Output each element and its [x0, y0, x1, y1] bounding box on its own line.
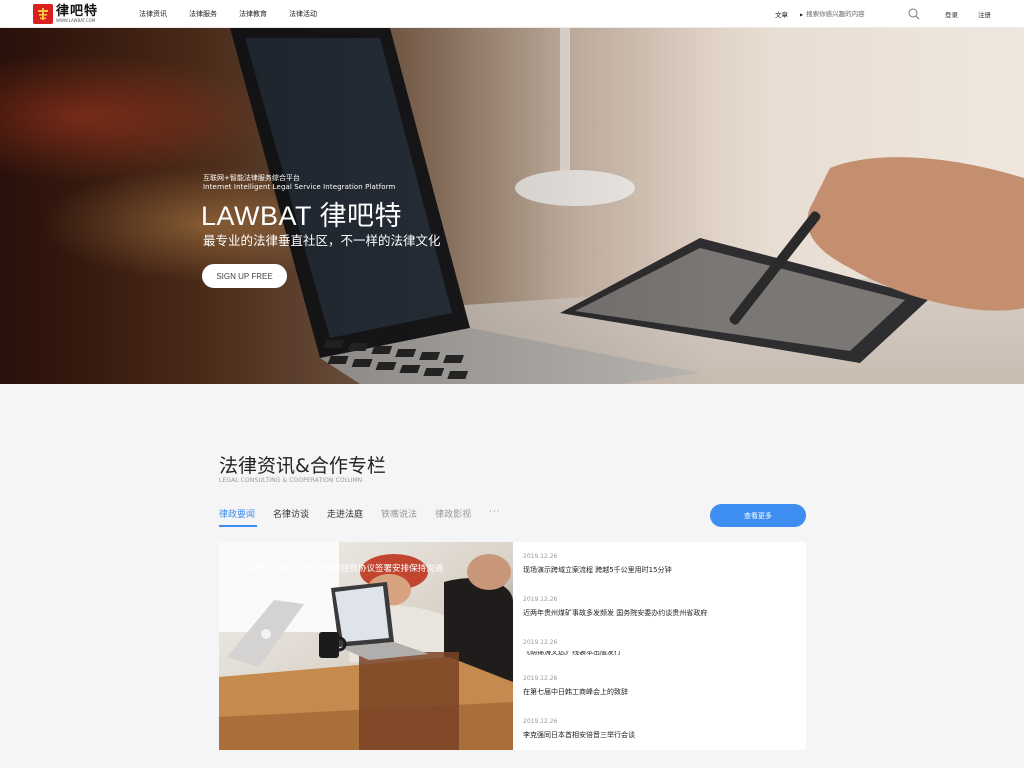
section-subtitle: LEGAL CONSULTING & COOPERATION COLUMN — [219, 477, 363, 484]
top-navbar: 律吧特 WWW.LAWBAT.COM 法律资讯 法律服务 法律教育 法律活动 文… — [0, 0, 1024, 28]
nav-item-legal-news[interactable]: 法律资讯 — [139, 9, 167, 19]
logo-mark-icon — [33, 4, 53, 24]
nav-item-legal-events[interactable]: 法律活动 — [289, 9, 317, 19]
nav-item-legal-education[interactable]: 法律教育 — [239, 9, 267, 19]
news-title[interactable]: 在第七届中日韩工商峰会上的致辞 — [523, 687, 798, 697]
more-tabs-icon[interactable]: ··· — [489, 507, 501, 517]
hero-background-image — [0, 28, 1024, 384]
category-tabs: 律政要闻 名律访谈 走进法庭 铁嘴说法 律政影视 ··· — [219, 507, 501, 527]
nav-item-legal-services[interactable]: 法律服务 — [189, 9, 217, 19]
news-list: 2019.12.26 现场演示跨域立案流程 跨越5千公里用时15分钟 2019.… — [513, 542, 806, 750]
register-link[interactable]: 注册 — [978, 0, 991, 28]
tab-iron-mouth[interactable]: 铁嘴说法 — [381, 507, 417, 527]
hero-slogan: 最专业的法律垂直社区，不一样的法律文化 — [203, 233, 441, 248]
list-item[interactable]: 2019.12.26 《胡锦涛文选》线装本出版发行 — [523, 639, 798, 656]
search-icon[interactable] — [908, 8, 920, 20]
sign-up-button[interactable]: SIGN UP FREE — [202, 264, 287, 288]
featured-article[interactable]: 马克思：中国工局于一阶段经贸协议签署安排保持沟通 — [219, 542, 513, 750]
featured-article-caption: 马克思：中国工局于一阶段经贸协议签署安排保持沟通 — [239, 564, 444, 574]
tab-legal-news[interactable]: 律政要闻 — [219, 507, 258, 527]
news-panel: 马克思：中国工局于一阶段经贸协议签署安排保持沟通 2019.12.26 现场演示… — [219, 542, 806, 750]
list-item[interactable]: 2019.12.26 现场演示跨域立案流程 跨越5千公里用时15分钟 — [523, 553, 798, 575]
news-title[interactable]: 现场演示跨域立案流程 跨越5千公里用时15分钟 — [523, 565, 798, 575]
tab-legal-films[interactable]: 律政影视 — [435, 507, 471, 527]
hero-banner: 互联网+智能法律服务综合平台 Internet Intelligent Lega… — [0, 28, 1024, 384]
list-item[interactable]: 2019.12.26 李克强同日本首相安倍晋三举行会谈 — [523, 718, 798, 740]
news-date: 2019.12.26 — [523, 675, 558, 682]
news-date: 2019.12.26 — [523, 718, 558, 725]
logo-text: 律吧特 — [56, 4, 99, 19]
search-type-select[interactable]: 文章 — [775, 9, 797, 19]
news-title[interactable]: 近两年贵州煤矿事故多发频发 国务院安委办约谈贵州省政府 — [523, 608, 798, 618]
login-link[interactable]: 登录 — [945, 0, 958, 28]
dropdown-arrow-icon[interactable]: ▶ — [800, 12, 803, 17]
view-more-button[interactable]: 查看更多 — [710, 504, 806, 527]
hero-subtitle-cn: 互联网+智能法律服务综合平台 — [203, 174, 300, 182]
site-logo[interactable]: 律吧特 WWW.LAWBAT.COM — [33, 3, 98, 25]
tab-into-court[interactable]: 走进法庭 — [327, 507, 363, 527]
hero-title: LAWBAT 律吧特 — [201, 201, 403, 231]
news-title[interactable]: 《胡锦涛文选》线装本出版发行 — [523, 651, 798, 656]
section-title: 法律资讯&合作专栏 — [219, 455, 386, 477]
search-bar: 文章 ▶ — [775, 6, 923, 22]
list-item[interactable]: 2019.12.26 近两年贵州煤矿事故多发频发 国务院安委办约谈贵州省政府 — [523, 596, 798, 618]
list-item[interactable]: 2019.12.26 在第七届中日韩工商峰会上的致辞 — [523, 675, 798, 697]
news-date: 2019.12.26 — [523, 639, 558, 646]
hero-subtitle-en: Internet Intelligent Legal Service Integ… — [203, 183, 396, 191]
news-date: 2019.12.26 — [523, 596, 558, 603]
tab-lawyer-interviews[interactable]: 名律访谈 — [273, 507, 309, 527]
news-date: 2019.12.26 — [523, 553, 558, 560]
search-input[interactable] — [806, 7, 907, 21]
logo-url: WWW.LAWBAT.COM — [56, 18, 96, 23]
main-nav: 法律资讯 法律服务 法律教育 法律活动 — [139, 0, 339, 28]
news-title[interactable]: 李克强同日本首相安倍晋三举行会谈 — [523, 730, 798, 740]
